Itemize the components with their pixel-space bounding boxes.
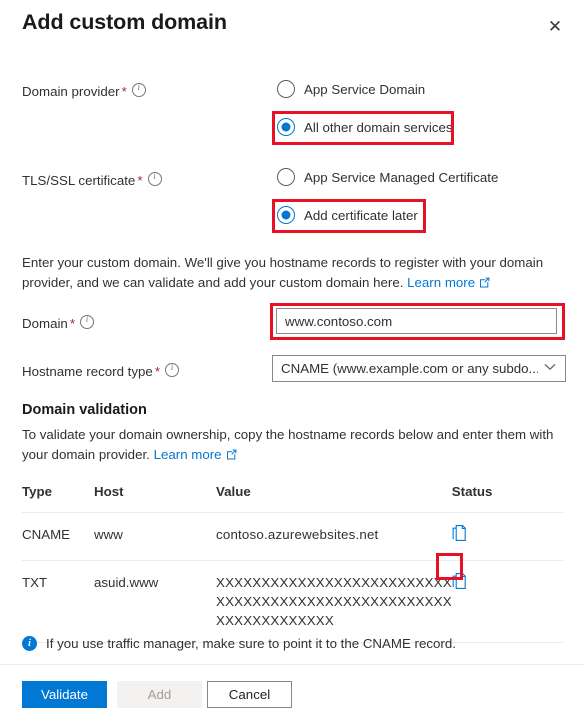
intro-text-line1: Enter your custom domain. We'll give you… <box>22 255 544 270</box>
external-link-icon <box>226 449 237 460</box>
info-icon[interactable] <box>165 362 180 377</box>
info-icon[interactable] <box>131 82 146 97</box>
label-domain-text: Domain <box>22 316 68 331</box>
info-bar-message: If you use traffic manager, make sure to… <box>46 636 456 651</box>
info-bar: i If you use traffic manager, make sure … <box>22 636 456 651</box>
column-header-value: Value <box>216 484 452 513</box>
learn-more-link-validation[interactable]: Learn more <box>154 447 222 462</box>
domain-input[interactable] <box>276 308 557 334</box>
cell-value: contoso.azurewebsites.net <box>216 512 452 561</box>
info-circle-icon: i <box>22 636 37 651</box>
value-line: XXXXXXXXXXXXX <box>216 613 334 628</box>
radio-app-service-managed-certificate[interactable]: App Service Managed Certificate <box>277 168 498 186</box>
intro-text-line2: provider, and we can validate and add yo… <box>22 275 404 290</box>
radio-mark <box>277 80 295 98</box>
page-title: Add custom domain <box>22 10 227 34</box>
required-marker: * <box>137 173 143 188</box>
radio-app-service-domain[interactable]: App Service Domain <box>277 80 425 98</box>
cell-type: CNAME <box>22 512 94 561</box>
table-header-row: Type Host Value Status <box>22 484 563 513</box>
radio-add-certificate-later[interactable]: Add certificate later <box>277 206 418 224</box>
radio-mark <box>277 206 295 224</box>
required-marker: * <box>69 316 76 331</box>
external-link-icon <box>479 277 490 288</box>
intro-text: Enter your custom domain. We'll give you… <box>22 253 567 293</box>
cell-status <box>451 512 563 561</box>
info-icon[interactable] <box>80 314 95 329</box>
chevron-down-icon <box>544 363 556 374</box>
panel-header: Add custom domain ✕ <box>0 0 585 56</box>
table-row: TXT asuid.www XXXXXXXXXXXXXXXXXXXXXXXXXX… <box>22 560 563 643</box>
cancel-button[interactable]: Cancel <box>207 681 292 708</box>
hostname-record-type-select[interactable]: CNAME (www.example.com or any subdo... <box>272 355 566 382</box>
cell-value: XXXXXXXXXXXXXXXXXXXXXXXXXX XXXXXXXXXXXXX… <box>216 560 452 643</box>
validate-button[interactable]: Validate <box>22 681 107 708</box>
info-icon[interactable] <box>147 171 162 186</box>
table-row: CNAME www contoso.azurewebsites.net <box>22 512 563 561</box>
cell-host: www <box>94 512 216 561</box>
required-marker: * <box>121 84 127 99</box>
value-line: contoso.azurewebsites.net <box>216 527 379 542</box>
label-domain: Domain * <box>22 314 95 331</box>
radio-mark <box>277 118 295 136</box>
close-icon[interactable]: ✕ <box>541 12 569 40</box>
validation-description-line1: To validate your domain ownership, copy … <box>22 427 554 442</box>
copy-icon[interactable] <box>452 525 469 543</box>
value-line: XXXXXXXXXXXXXXXXXXXXXXXXXX <box>216 594 452 609</box>
value-line: XXXXXXXXXXXXXXXXXXXXXXXXXX <box>216 575 452 590</box>
column-header-status: Status <box>451 484 563 513</box>
required-marker: * <box>154 364 161 379</box>
radio-label: App Service Managed Certificate <box>304 169 499 185</box>
label-domain-provider: Domain provider * <box>22 82 146 99</box>
column-header-type: Type <box>22 484 94 513</box>
label-hostname-record-type: Hostname record type * <box>22 362 180 379</box>
footer-divider <box>0 664 585 665</box>
radio-all-other-domain-services[interactable]: All other domain services <box>277 118 453 136</box>
label-tls-ssl-certificate-text: TLS/SSL certificate <box>22 173 136 188</box>
radio-label: App Service Domain <box>304 81 426 97</box>
column-header-host: Host <box>94 484 216 513</box>
label-hostname-record-type-text: Hostname record type <box>22 364 153 379</box>
radio-mark <box>277 168 295 186</box>
label-tls-ssl-certificate: TLS/SSL certificate * <box>22 171 162 188</box>
radio-label: All other domain services <box>304 119 453 135</box>
validation-description-line2: your domain provider. <box>22 447 150 462</box>
hostname-record-type-value: CNAME (www.example.com or any subdo... <box>281 361 538 376</box>
hostname-records-table: Type Host Value Status CNAME www contoso… <box>22 484 563 643</box>
cell-type: TXT <box>22 560 94 643</box>
cell-status <box>451 560 563 643</box>
add-button: Add <box>117 681 202 708</box>
cell-host: asuid.www <box>94 560 216 643</box>
learn-more-link-intro[interactable]: Learn more <box>407 275 475 290</box>
radio-label: Add certificate later <box>304 207 418 223</box>
copy-icon[interactable] <box>452 573 469 591</box>
label-domain-provider-text: Domain provider <box>22 84 120 99</box>
validation-description: To validate your domain ownership, copy … <box>22 425 567 465</box>
section-title-domain-validation: Domain validation <box>22 402 147 418</box>
